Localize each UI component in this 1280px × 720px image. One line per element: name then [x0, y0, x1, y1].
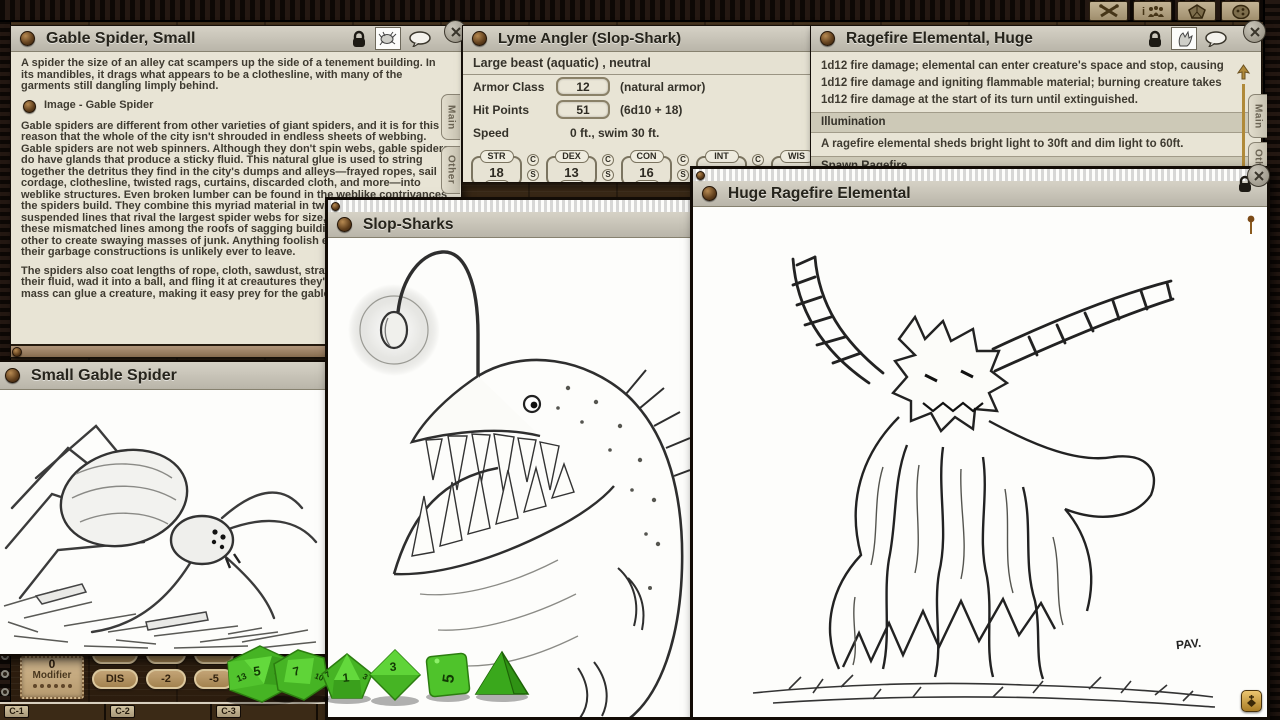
- hit-points-label: Hit Points: [473, 103, 556, 117]
- ability-dex[interactable]: DEX 13 +1: [546, 156, 597, 183]
- tools-icon[interactable]: [1089, 1, 1128, 21]
- lock-icon[interactable]: [1147, 30, 1163, 48]
- speed-row: Speed 0 ft., swim 30 ft.: [463, 121, 811, 144]
- spider-image-title: Small Gable Spider: [31, 367, 177, 385]
- check-roll-button[interactable]: C: [677, 154, 689, 166]
- window-shark-image: Slop-Sharks: [325, 197, 693, 720]
- stud-icon: [696, 171, 705, 180]
- lyme-window-title: Lyme Angler (Slop-Shark): [498, 30, 681, 47]
- top-toolbar: i: [1089, 1, 1260, 21]
- elemental-window-dragstrip[interactable]: [693, 169, 1267, 181]
- gold-resize-button[interactable]: [1241, 690, 1262, 712]
- gable-image-link-label: Image - Gable Spider: [44, 100, 153, 112]
- tab-main[interactable]: Main: [441, 94, 460, 140]
- gable-image-link[interactable]: Image - Gable Spider: [23, 100, 451, 113]
- armor-class-label: Armor Class: [473, 80, 556, 94]
- gable-intro: A spider the size of an alley cat scampe…: [21, 58, 451, 93]
- check-roll-button[interactable]: C: [752, 154, 764, 166]
- modifier-box[interactable]: 0 Modifier: [20, 656, 84, 699]
- elemental-image-titlebar[interactable]: Huge Ragefire Elemental: [693, 181, 1267, 207]
- tab-main[interactable]: Main: [1248, 94, 1267, 138]
- leather-border-top: [0, 0, 1280, 22]
- con-roll-buttons: C S: [677, 154, 689, 183]
- elemental-image-title: Huge Ragefire Elemental: [728, 185, 911, 203]
- armor-class-row: Armor Class 12 (natural armor): [463, 75, 811, 98]
- save-roll-button[interactable]: S: [677, 169, 689, 181]
- lock-icon[interactable]: [351, 30, 367, 48]
- gable-window-title: Gable Spider, Small: [46, 30, 195, 48]
- scroll-up-arrow-icon[interactable]: [1236, 64, 1251, 80]
- shark-image-title: Slop-Sharks: [363, 216, 453, 234]
- chat-bubble-icon[interactable]: [1205, 31, 1227, 47]
- footer-stud-icon: [12, 347, 22, 357]
- stud-icon: [331, 202, 340, 211]
- token-bag-icon[interactable]: [1221, 1, 1260, 21]
- lacing-ring: [1, 670, 9, 678]
- window-lyme-angler-statblock: Lyme Angler (Slop-Shark) Large beast (aq…: [462, 25, 812, 183]
- armor-class-value[interactable]: 12: [556, 77, 610, 96]
- link-stud-icon: [23, 100, 36, 113]
- stud-icon: [820, 31, 835, 46]
- stud-icon: [472, 31, 487, 46]
- hit-points-row: Hit Points 51 (6d10 + 18): [463, 98, 811, 121]
- d10-die[interactable]: 1 7 3: [320, 652, 374, 709]
- pin-icon[interactable]: [1245, 215, 1257, 235]
- rage-para2: A ragefire elemental sheds bright light …: [821, 136, 1235, 153]
- d6-die[interactable]: 5: [424, 652, 472, 707]
- hotkey-slot-c2[interactable]: C-2: [110, 705, 135, 718]
- svg-text:i: i: [1142, 6, 1145, 18]
- fantasy-grounds-desktop: i Gable Spider, Small A spider the size: [0, 0, 1280, 720]
- d4-die[interactable]: [472, 648, 532, 707]
- save-roll-button[interactable]: S: [602, 169, 614, 181]
- dex-roll-buttons: C S: [602, 154, 614, 183]
- rage-titlebar[interactable]: Ragefire Elemental, Huge: [811, 26, 1261, 52]
- window-elemental-image: Huge Ragefire Elemental: [690, 166, 1270, 720]
- rage-para1: 1d12 fire damage; elemental can enter cr…: [821, 58, 1235, 109]
- armor-class-note: (natural armor): [620, 80, 705, 94]
- creature-type-line: Large beast (aquatic) , neutral: [463, 52, 811, 75]
- spider-sketch[interactable]: [0, 390, 328, 654]
- rage-window-title: Ragefire Elemental, Huge: [846, 30, 1033, 48]
- str-roll-buttons: C S: [527, 154, 539, 183]
- die-icon[interactable]: [1177, 1, 1216, 21]
- hit-points-value[interactable]: 51: [556, 100, 610, 119]
- info-people-icon[interactable]: i: [1133, 1, 1172, 21]
- section-illumination: Illumination: [811, 112, 1261, 133]
- stud-icon: [702, 186, 717, 201]
- close-icon[interactable]: [1247, 164, 1270, 187]
- gable-titlebar[interactable]: Gable Spider, Small: [11, 26, 461, 52]
- portrait-thumbnail[interactable]: [1171, 27, 1197, 50]
- window-spider-image: Small Gable Spider: [0, 360, 330, 656]
- minus-2-button[interactable]: -2: [146, 669, 186, 689]
- tab-other[interactable]: Other: [441, 146, 460, 194]
- lyme-titlebar[interactable]: Lyme Angler (Slop-Shark): [463, 26, 811, 52]
- hotkey-slot-c1[interactable]: C-1: [4, 705, 29, 718]
- stud-icon: [20, 31, 35, 46]
- svg-text:3: 3: [389, 660, 397, 674]
- chat-bubble-icon[interactable]: [409, 31, 431, 47]
- stud-icon: [5, 368, 20, 383]
- anglerfish-sketch[interactable]: [328, 238, 690, 717]
- hit-points-note: (6d10 + 18): [620, 103, 682, 117]
- lacing-ring: [1, 688, 9, 696]
- shark-image-titlebar[interactable]: Slop-Sharks: [328, 212, 690, 238]
- artist-signature: PAV.: [1175, 636, 1201, 653]
- check-roll-button[interactable]: C: [527, 154, 539, 166]
- shark-window-dragstrip[interactable]: [328, 200, 690, 212]
- speed-label: Speed: [473, 126, 556, 140]
- modifier-dots: [22, 684, 82, 688]
- check-roll-button[interactable]: C: [602, 154, 614, 166]
- spider-image-titlebar[interactable]: Small Gable Spider: [0, 362, 328, 390]
- disadvantage-button[interactable]: DIS: [92, 669, 138, 689]
- ability-str[interactable]: STR 18 +4: [471, 156, 522, 183]
- speed-value: 0 ft., swim 30 ft.: [570, 126, 659, 140]
- d8-die[interactable]: 3: [368, 648, 422, 711]
- stud-icon: [337, 217, 352, 232]
- ability-con[interactable]: CON 16 +3: [621, 156, 672, 183]
- modifier-label: Modifier: [22, 671, 82, 681]
- save-roll-button[interactable]: S: [527, 169, 539, 181]
- portrait-thumbnail[interactable]: [375, 27, 401, 50]
- close-icon[interactable]: [1243, 20, 1266, 43]
